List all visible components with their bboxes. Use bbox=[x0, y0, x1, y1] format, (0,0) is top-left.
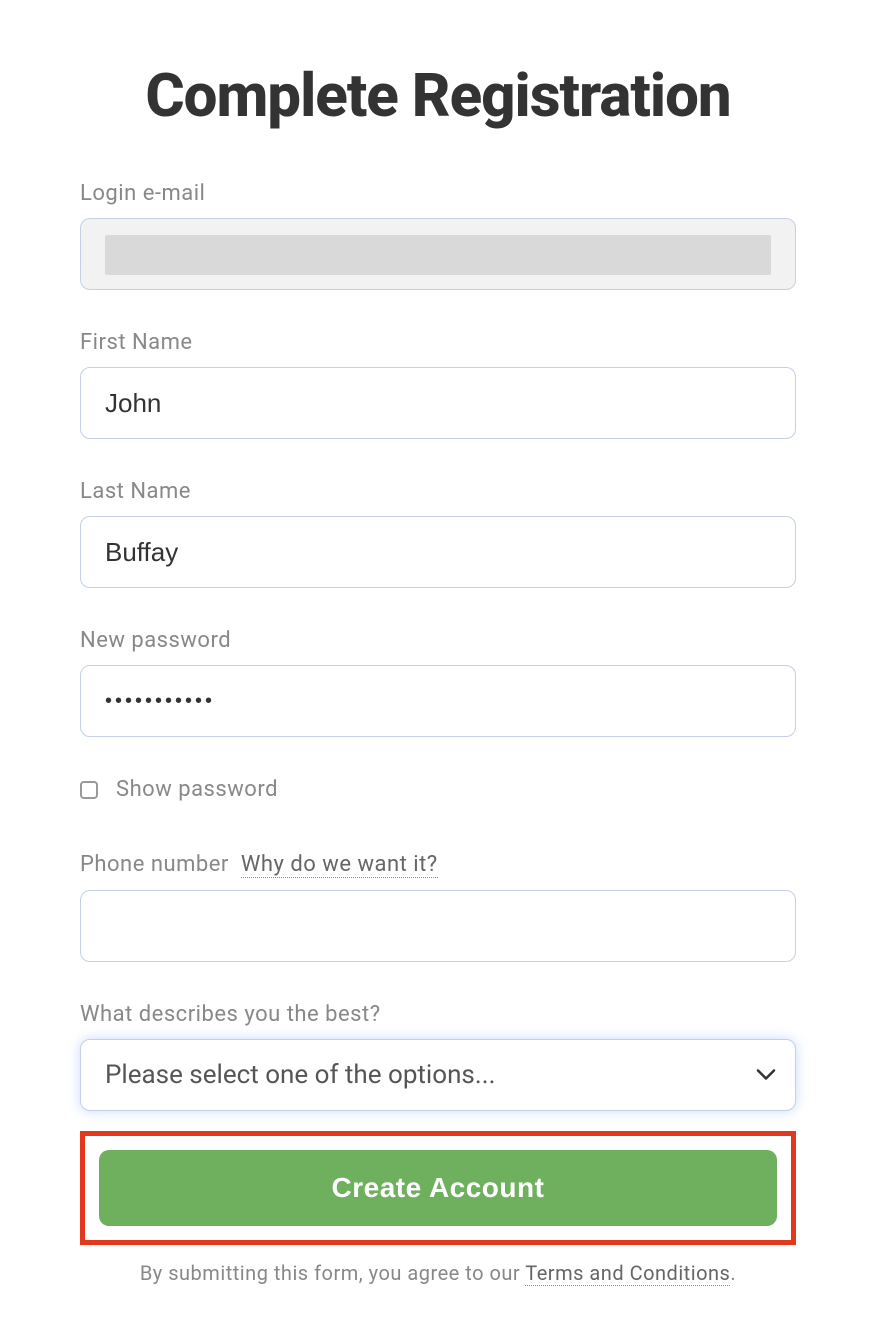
phone-label: Phone number bbox=[80, 852, 229, 877]
describe-label: What describes you the best? bbox=[80, 1002, 796, 1027]
describe-group: What describes you the best? Please sele… bbox=[80, 1002, 796, 1111]
create-account-button[interactable]: Create Account bbox=[99, 1150, 777, 1226]
footer-prefix: By submitting this form, you agree to ou… bbox=[140, 1261, 525, 1285]
password-field[interactable] bbox=[80, 665, 796, 737]
first-name-field[interactable] bbox=[80, 367, 796, 439]
phone-field[interactable] bbox=[80, 890, 796, 962]
last-name-group: Last Name bbox=[80, 479, 796, 588]
footer-text: By submitting this form, you agree to ou… bbox=[80, 1261, 796, 1285]
first-name-group: First Name bbox=[80, 330, 796, 439]
email-placeholder-bar bbox=[105, 235, 771, 275]
show-password-checkbox[interactable] bbox=[80, 781, 98, 799]
first-name-label: First Name bbox=[80, 330, 796, 355]
email-field bbox=[80, 218, 796, 290]
email-group: Login e-mail bbox=[80, 181, 796, 290]
email-label: Login e-mail bbox=[80, 181, 796, 206]
page-title: Complete Registration bbox=[80, 60, 796, 131]
terms-link[interactable]: Terms and Conditions bbox=[525, 1261, 730, 1286]
describe-select[interactable]: Please select one of the options... bbox=[80, 1039, 796, 1111]
footer-suffix: . bbox=[730, 1261, 736, 1285]
show-password-row: Show password bbox=[80, 777, 796, 802]
password-label: New password bbox=[80, 628, 796, 653]
last-name-label: Last Name bbox=[80, 479, 796, 504]
submit-highlight: Create Account bbox=[80, 1131, 796, 1245]
password-group: New password bbox=[80, 628, 796, 737]
show-password-label[interactable]: Show password bbox=[116, 777, 278, 802]
phone-group: Phone number Why do we want it? bbox=[80, 852, 796, 962]
last-name-field[interactable] bbox=[80, 516, 796, 588]
phone-why-link[interactable]: Why do we want it? bbox=[241, 852, 438, 878]
